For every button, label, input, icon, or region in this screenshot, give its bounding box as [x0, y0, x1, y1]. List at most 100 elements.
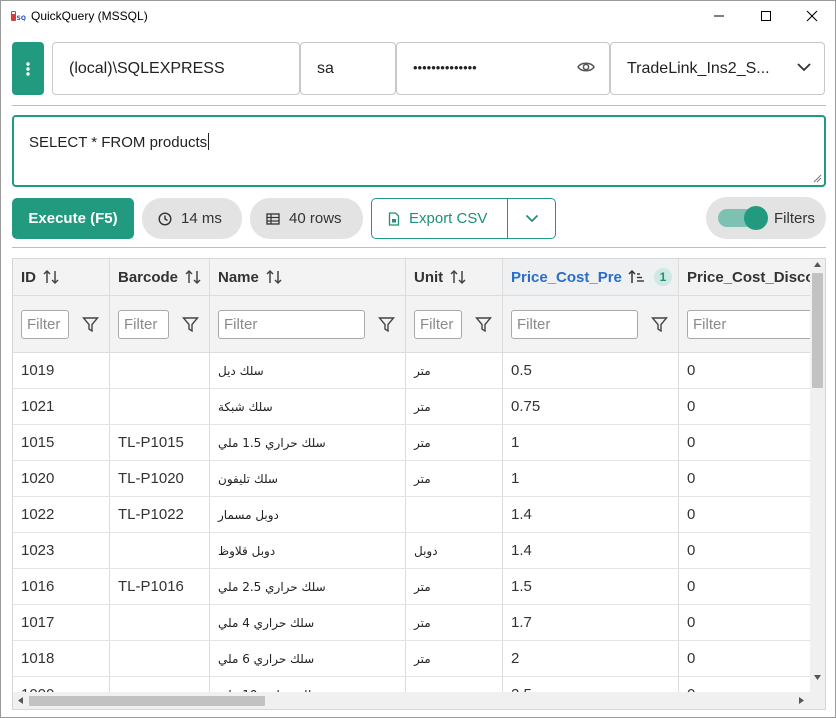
cell-name[interactable]: سلك حراري 1.5 ملي: [210, 425, 406, 460]
filter-funnel-icon[interactable]: [475, 316, 492, 333]
column-header-barcode[interactable]: Barcode: [110, 259, 210, 295]
cell-id[interactable]: 1019: [13, 353, 110, 388]
scroll-down-arrow-icon[interactable]: [814, 675, 821, 680]
cell-price-cost-discount[interactable]: 0: [679, 605, 819, 640]
cell-unit[interactable]: متر: [406, 641, 503, 676]
table-row[interactable]: 1021 سلك شبكة متر 0.75 0: [13, 389, 819, 425]
cell-barcode[interactable]: [110, 353, 210, 388]
scroll-left-arrow-icon[interactable]: [18, 697, 23, 704]
column-header-id[interactable]: ID: [13, 259, 110, 295]
table-row[interactable]: 1015 TL-P1015 سلك حراري 1.5 ملي متر 1 0: [13, 425, 819, 461]
cell-price-cost-pre[interactable]: 1: [503, 425, 679, 460]
vertical-scroll-thumb[interactable]: [812, 273, 823, 388]
table-row[interactable]: 1023 دوبل قلاوظ دوبل 1.4 0: [13, 533, 819, 569]
filters-toggle[interactable]: Filters: [706, 197, 826, 239]
resize-grip-icon[interactable]: [813, 174, 822, 183]
filter-funnel-icon[interactable]: [378, 316, 395, 333]
filter-funnel-icon[interactable]: [82, 316, 99, 333]
horizontal-scrollbar[interactable]: [13, 692, 825, 709]
table-row[interactable]: 1019 سلك ديل متر 0.5 0: [13, 353, 819, 389]
sql-query-editor[interactable]: SELECT * FROM products: [12, 115, 826, 187]
cell-id[interactable]: 1017: [13, 605, 110, 640]
cell-barcode[interactable]: [110, 533, 210, 568]
maximize-button[interactable]: [743, 1, 789, 31]
table-row[interactable]: 1018 سلك حراري 6 ملي متر 2 0: [13, 641, 819, 677]
table-row[interactable]: 1017 سلك حراري 4 ملي متر 1.7 0: [13, 605, 819, 641]
cell-name[interactable]: سلك حراري 4 ملي: [210, 605, 406, 640]
table-row[interactable]: 1016 TL-P1016 سلك حراري 2.5 ملي متر 1.5 0: [13, 569, 819, 605]
scroll-right-arrow-icon[interactable]: [799, 697, 804, 704]
server-input[interactable]: (local)\SQLEXPRESS: [52, 42, 300, 95]
database-select[interactable]: TradeLink_Ins2_S...: [610, 42, 825, 95]
scroll-up-arrow-icon[interactable]: [814, 262, 821, 267]
cell-id[interactable]: 1016: [13, 569, 110, 604]
export-options-dropdown[interactable]: [508, 199, 555, 238]
table-row[interactable]: 1022 TL-P1022 دوبل مسمار 1.4 0: [13, 497, 819, 533]
execute-button[interactable]: Execute (F5): [12, 198, 134, 239]
cell-barcode[interactable]: [110, 389, 210, 424]
cell-id[interactable]: 1018: [13, 641, 110, 676]
cell-price-cost-pre[interactable]: 0.75: [503, 389, 679, 424]
cell-name[interactable]: سلك حراري 6 ملي: [210, 641, 406, 676]
cell-barcode[interactable]: TL-P1022: [110, 497, 210, 532]
cell-id[interactable]: 1015: [13, 425, 110, 460]
cell-price-cost-discount[interactable]: 0: [679, 353, 819, 388]
cell-price-cost-discount[interactable]: 0: [679, 461, 819, 496]
filter-funnel-icon[interactable]: [651, 316, 668, 333]
filter-input-price-cost-pre[interactable]: Filter: [511, 309, 638, 339]
table-row[interactable]: 1020 TL-P1020 سلك تليفون متر 1 0: [13, 461, 819, 497]
cell-name[interactable]: سلك شبكة: [210, 389, 406, 424]
filter-input-name[interactable]: Filter: [218, 309, 365, 339]
cell-price-cost-pre[interactable]: 1.5: [503, 569, 679, 604]
cell-name[interactable]: دوبل مسمار: [210, 497, 406, 532]
cell-price-cost-discount[interactable]: 0: [679, 641, 819, 676]
cell-price-cost-discount[interactable]: 0: [679, 425, 819, 460]
cell-barcode[interactable]: [110, 605, 210, 640]
cell-unit[interactable]: متر: [406, 605, 503, 640]
filter-input-unit[interactable]: Filter: [414, 309, 462, 339]
cell-barcode[interactable]: TL-P1016: [110, 569, 210, 604]
close-button[interactable]: [789, 1, 835, 31]
column-header-name[interactable]: Name: [210, 259, 406, 295]
cell-unit[interactable]: [406, 497, 503, 532]
horizontal-scroll-thumb[interactable]: [29, 696, 265, 706]
cell-price-cost-pre[interactable]: 2: [503, 641, 679, 676]
column-header-price-cost-pre[interactable]: Price_Cost_Pre 1: [503, 259, 679, 295]
cell-unit[interactable]: متر: [406, 569, 503, 604]
cell-price-cost-discount[interactable]: 0: [679, 497, 819, 532]
username-input[interactable]: sa: [300, 42, 396, 95]
cell-price-cost-pre[interactable]: 0.5: [503, 353, 679, 388]
cell-price-cost-pre[interactable]: 1.4: [503, 497, 679, 532]
cell-name[interactable]: دوبل قلاوظ: [210, 533, 406, 568]
password-input[interactable]: ••••••••••••••: [396, 42, 610, 95]
show-password-eye-icon[interactable]: [577, 60, 595, 74]
cell-unit[interactable]: دوبل: [406, 533, 503, 568]
column-header-price-cost-discount[interactable]: Price_Cost_Disco: [679, 259, 819, 295]
cell-id[interactable]: 1023: [13, 533, 110, 568]
cell-barcode[interactable]: TL-P1015: [110, 425, 210, 460]
filter-input-id[interactable]: Filter: [21, 309, 69, 339]
toggle-switch[interactable]: [718, 206, 768, 230]
cell-unit[interactable]: متر: [406, 461, 503, 496]
cell-price-cost-pre[interactable]: 1.7: [503, 605, 679, 640]
cell-price-cost-discount[interactable]: 0: [679, 389, 819, 424]
cell-unit[interactable]: متر: [406, 353, 503, 388]
filter-funnel-icon[interactable]: [182, 316, 199, 333]
cell-price-cost-pre[interactable]: 1.4: [503, 533, 679, 568]
cell-id[interactable]: 1022: [13, 497, 110, 532]
cell-id[interactable]: 1020: [13, 461, 110, 496]
cell-id[interactable]: 1021: [13, 389, 110, 424]
cell-barcode[interactable]: TL-P1020: [110, 461, 210, 496]
cell-name[interactable]: سلك حراري 2.5 ملي: [210, 569, 406, 604]
menu-button[interactable]: [12, 42, 44, 95]
cell-barcode[interactable]: [110, 641, 210, 676]
vertical-scrollbar[interactable]: [810, 259, 825, 693]
cell-unit[interactable]: متر: [406, 425, 503, 460]
filter-input-barcode[interactable]: Filter: [118, 309, 169, 339]
filter-input-price-cost-discount[interactable]: Filter: [687, 309, 818, 339]
export-csv-button[interactable]: Export CSV: [372, 199, 508, 238]
cell-price-cost-discount[interactable]: 0: [679, 569, 819, 604]
column-header-unit[interactable]: Unit: [406, 259, 503, 295]
cell-price-cost-discount[interactable]: 0: [679, 533, 819, 568]
minimize-button[interactable]: [696, 1, 742, 31]
